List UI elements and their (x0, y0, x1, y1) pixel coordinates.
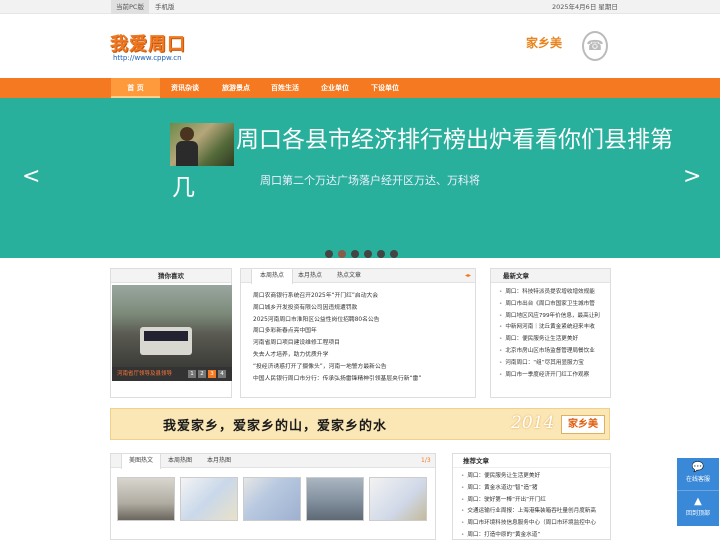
carousel-photo[interactable] (170, 123, 234, 166)
carousel-dot[interactable] (377, 250, 385, 258)
recommend-list: 周口：便民服务让生活更美好 周口：黄金水道边“智”造”猪 周口：驶好第一棒“开出… (461, 471, 609, 542)
nav-item-news[interactable]: 资讯杂谈 (163, 78, 207, 98)
tab-month-hot[interactable]: 本月热点 (298, 269, 322, 283)
latest-articles-panel: 最新文章 周口：科技特派员提农增收增效规能 周口市出台《周口市国家卫生城市管 周… (490, 268, 611, 398)
tab-week-hot[interactable]: 本周热点 (251, 269, 293, 284)
back-to-top-button[interactable]: ▲ 回到顶部 (677, 492, 719, 525)
nav-item-sub-units[interactable]: 下设单位 (363, 78, 407, 98)
hot-news-panel: 本周热点 本月热点 热点文章 ◂▸ 周口农商银行系统召开2025年“开门红”启动… (240, 268, 476, 398)
page-button[interactable]: 1 (188, 370, 196, 378)
tab-arrows-icon[interactable]: ◂▸ (465, 269, 471, 283)
list-item[interactable]: 周口：打造中原的“黄金水道” (461, 530, 609, 542)
page-button-active[interactable]: 3 (208, 370, 216, 378)
online-service-label: 在线客服 (685, 476, 710, 483)
tab-picture-articles[interactable]: 美图热文 (121, 454, 161, 469)
slogan-banner[interactable]: 我爱家乡，爱家乡的山，爱家乡的水 2014 家乡美 (110, 408, 610, 440)
carousel-dot[interactable] (325, 250, 333, 258)
thumbnail-image[interactable] (369, 477, 427, 521)
main-nav: 首 页 资讯杂谈 旅游景点 百姓生活 企业单位 下设单位 (0, 78, 720, 98)
hot-tabs: 本周热点 本月热点 热点文章 ◂▸ (241, 269, 475, 284)
thumbnail-image[interactable] (306, 477, 364, 521)
carousel-dot[interactable] (351, 250, 359, 258)
panel-title: 推荐文章 (453, 454, 610, 468)
guess-photo[interactable] (112, 285, 232, 367)
latest-list: 周口：科技特派员提农增收增效规能 周口市出台《周口市国家卫生城市管 周口地区风应… (499, 287, 609, 381)
list-item[interactable]: 周口地区风应799年价信息，最高让利 (499, 311, 609, 323)
list-item[interactable]: 周口市环境科技信息服务中心（周口市环境监控中心 (461, 518, 609, 530)
list-item[interactable]: 2025河南周口市淮阳区公益性岗位招聘80名公告 (253, 315, 421, 327)
list-item[interactable]: 交通运输行业周报：上海港集装箱吞吐量创月度新高 (461, 506, 609, 518)
thumbnail-image[interactable] (180, 477, 238, 521)
panel-title: 最新文章 (491, 269, 610, 283)
current-date: 2025年4月6日 星期日 (552, 3, 618, 11)
tab-week-pictures[interactable]: 本周热图 (168, 454, 192, 468)
carousel-dots (325, 243, 403, 262)
list-item[interactable]: 周口多彩新春点亮中国年 (253, 326, 421, 338)
phone-icon: ☎ (582, 31, 608, 61)
list-item[interactable]: 周口：科技特派员提农增收增效规能 (499, 287, 609, 299)
thumbnail-image[interactable] (117, 477, 175, 521)
picture-page-indicator: 1/3 (421, 457, 431, 464)
chat-icon: 💬 (691, 462, 705, 473)
list-item[interactable]: 周口城乡开发投资有限公司因违规遭罚款 (253, 303, 421, 315)
site-url[interactable]: http://www.cppw.cn (113, 54, 182, 62)
tab-hot-articles[interactable]: 热点文章 (337, 269, 361, 283)
site-logo[interactable]: 我爱周口 (110, 30, 186, 56)
pc-version-link[interactable]: 当前PC版 (111, 0, 149, 14)
list-item[interactable]: 河南周口：“组”尽其用显服力宝 (499, 358, 609, 370)
list-item[interactable]: 北京市房山区市场监督管理局餐饮业 (499, 346, 609, 358)
list-item[interactable]: 周口：驶好第一棒“开出”开门红 (461, 495, 609, 507)
list-item[interactable]: 周口：便民服务让生活更美好 (461, 471, 609, 483)
carousel-next-button[interactable]: > (683, 164, 701, 189)
carousel-dot[interactable] (364, 250, 372, 258)
list-item[interactable]: 周口市一季度经济开门红工作观察 (499, 370, 609, 382)
list-item[interactable]: 河南省周口项目建设维修工程项目 (253, 338, 421, 350)
slogan-brand: 家乡美 (561, 415, 605, 434)
mobile-version-link[interactable]: 手机版 (155, 0, 175, 14)
carousel-prev-button[interactable]: < (22, 164, 40, 189)
list-item[interactable]: “投经济诱惑打开了摄像头”，河南一地警方最新公告 (253, 362, 421, 374)
tab-month-pictures[interactable]: 本月热图 (207, 454, 231, 468)
carousel-headline-wrap[interactable]: 几 (172, 168, 195, 202)
arrow-up-icon: ▲ (694, 496, 702, 507)
nav-item-enterprise[interactable]: 企业单位 (313, 78, 357, 98)
list-item[interactable]: 周口：便民服务让生活更美好 (499, 334, 609, 346)
carousel-dot-active[interactable] (338, 250, 346, 258)
picture-tabs: 美图热文 本周热图 本月热图 1/3 (111, 454, 435, 469)
carousel-dot[interactable] (390, 250, 398, 258)
carousel-subtitle[interactable]: 周口第二个万达广场落户经开区万达、万科将 (260, 172, 480, 188)
back-to-top-label: 回到顶部 (685, 510, 710, 517)
list-item[interactable]: 周口农商银行系统召开2025年“开门红”启动大会 (253, 291, 421, 303)
page-button[interactable]: 4 (218, 370, 226, 378)
guess-you-like-panel: 猜你喜欢 河南省厅领导及县领导 1 2 3 4 (110, 268, 232, 398)
list-item[interactable]: 失去人才培养，助力优质升学 (253, 350, 421, 362)
panel-title: 猜你喜欢 (111, 269, 231, 283)
list-item[interactable]: 周口：黄金水道边“智”造”猪 (461, 483, 609, 495)
floating-sidebar: 💬 在线客服 ▲ 回到顶部 (677, 458, 719, 526)
recommended-articles-panel: 推荐文章 周口：便民服务让生活更美好 周口：黄金水道边“智”造”猪 周口：驶好第… (452, 453, 611, 540)
brand-text: 家乡美 (526, 36, 563, 50)
carousel-headline[interactable]: 周口各县市经济排行榜出炉看看你们县排第 (236, 124, 716, 156)
nav-item-life[interactable]: 百姓生活 (263, 78, 307, 98)
online-service-button[interactable]: 💬 在线客服 (677, 458, 719, 491)
slogan-year: 2014 (511, 413, 555, 433)
top-bar: 当前PC版 手机版 2025年4月6日 星期日 (0, 0, 720, 14)
thumbnail-image[interactable] (243, 477, 301, 521)
hot-news-list: 周口农商银行系统召开2025年“开门红”启动大会 周口城乡开发投资有限公司因违规… (253, 291, 421, 385)
nav-item-tourism[interactable]: 旅游景点 (214, 78, 258, 98)
list-item[interactable]: 中国人民银行周口市分行：传承弘扬雷锋精神引领基层央行新“雷” (253, 374, 421, 386)
list-item[interactable]: 周口市出台《周口市国家卫生城市管 (499, 299, 609, 311)
nav-item-home[interactable]: 首 页 (111, 78, 160, 98)
slogan-text: 我爱家乡，爱家乡的山，爱家乡的水 (163, 419, 388, 434)
page-button[interactable]: 2 (198, 370, 206, 378)
list-item[interactable]: 中新网河南｜沈丘黄金紧统迎来丰收 (499, 322, 609, 334)
